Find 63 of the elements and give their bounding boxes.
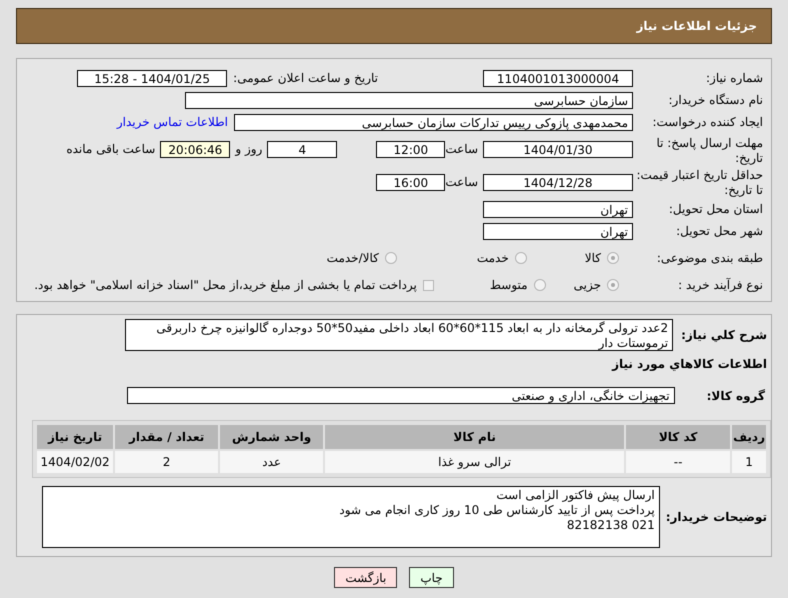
note-line: ارسال پیش فاکتور الزامی است <box>495 488 655 503</box>
need-number-field: 1104001013000004 <box>483 70 633 86</box>
field-label: نام دستگاه خریدار: <box>668 92 764 108</box>
checkbox[interactable] <box>422 280 434 290</box>
field-label: ساعت <box>445 175 478 189</box>
field-label: استان محل تحویل: <box>668 202 764 216</box>
table-cell: عدد <box>220 451 324 473</box>
field-label: توضیحات خریدار: <box>666 510 768 524</box>
radio-button[interactable] <box>607 279 619 291</box>
radio-button[interactable] <box>514 252 527 264</box>
requester-field: محمدمهدی پازوکی رییس تدارکات سازمان حسابرسی <box>234 114 633 130</box>
field-label: شهر محل تحویل: <box>675 224 764 238</box>
field-label: ساعت <box>445 142 478 156</box>
table-cell: 2 <box>115 451 218 473</box>
field-label: شماره نیاز: <box>705 70 764 86</box>
time-field: 16:00 <box>376 174 446 190</box>
column-header: واحد شمارش <box>220 425 324 449</box>
table-cell: 1404/02/02 <box>37 451 114 473</box>
column-header: تعداد / مقدار <box>115 425 218 449</box>
city-field: تهران <box>483 222 633 240</box>
column-header: کد کالا <box>626 425 730 449</box>
description-field: 2عدد ترولی گرمخانه دار به ابعاد 115*60*60 ابعاد داخلی مفید50*50 دوجداره گالوانیزه چرخ داربرقی ترموستات دار <box>125 319 674 351</box>
note-line: 021 82182138 <box>566 518 655 533</box>
column-header: ردیف <box>732 425 766 449</box>
column-header: نام کالا <box>325 425 624 449</box>
print-button[interactable]: چاپ <box>409 567 454 588</box>
radio-label: خدمت <box>476 251 509 265</box>
field-label: گروه کالا: <box>706 388 766 402</box>
province-field: تهران <box>483 200 633 218</box>
section-title: اطلاعات کالاهاي مورد نیاز <box>610 357 767 371</box>
field-label: ساعت باقی مانده <box>66 142 156 156</box>
date-field: 1404/01/30 <box>483 140 633 158</box>
goods-group-field: تجهیزات خانگی، اداری و صنعتی <box>126 387 675 404</box>
table-cell: 1 <box>732 451 766 473</box>
date-field: 1404/12/28 <box>483 174 633 190</box>
remaining-time-field: 20:06:46 <box>160 140 230 158</box>
page-title: جزئیات اطلاعات نیاز <box>636 19 757 33</box>
note-line: پرداخت پس از تایید کارشناس طی 10 روز کاری انجام می شود <box>338 503 655 518</box>
radio-button[interactable] <box>384 252 397 264</box>
radio-button[interactable] <box>534 279 546 291</box>
field-label: نوع فرآیند خرید : <box>677 278 764 292</box>
field-label: شرح کلي نیاز: <box>681 328 768 342</box>
field-label: طبقه بندی موضوعی: <box>656 250 764 266</box>
time-field: 12:00 <box>376 140 446 158</box>
announce-date-field: 1404/01/25 - 15:28 <box>77 70 228 86</box>
table-cell: ترالی سرو غذا <box>325 451 624 473</box>
buyer-org-field: سازمان حسابرسی <box>185 92 633 108</box>
radio-button[interactable] <box>607 252 619 264</box>
radio-label: کالا/خدمت <box>326 251 379 265</box>
field-label: ایجاد کننده درخواست: <box>651 114 764 130</box>
contact-link[interactable]: اطلاعات تماس خریدار <box>116 115 228 129</box>
radio-label: کالا <box>584 251 601 265</box>
field-label: مهلت ارسال پاسخ: تا تاریخ: <box>655 135 764 166</box>
radio-label: متوسط <box>490 278 528 292</box>
days-field: 4 <box>267 140 338 158</box>
field-label: روز و <box>235 142 262 156</box>
column-header: تاریخ نیاز <box>37 425 114 449</box>
field-label: تاریخ و ساعت اعلان عمومی: <box>233 71 378 85</box>
radio-label: جزیی <box>574 278 601 292</box>
field-label: حداقل تاریخ اعتبار قیمت: تا تاریخ: <box>635 167 764 198</box>
table-cell: -- <box>626 451 730 473</box>
back-button[interactable]: بازگشت <box>334 567 398 588</box>
checkbox-label: پرداخت تمام یا بخشی از مبلغ خرید،از محل "اسناد خزانه اسلامی" خواهد بود. <box>34 278 417 292</box>
